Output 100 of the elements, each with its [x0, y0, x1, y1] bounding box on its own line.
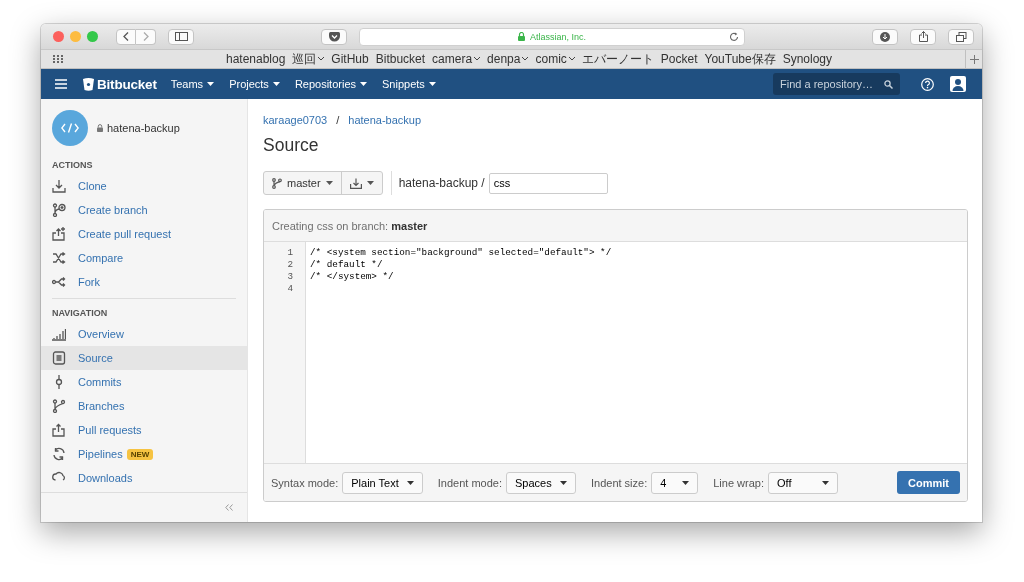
caret-icon — [822, 480, 829, 485]
option-label: Syntax mode: — [271, 476, 339, 489]
sidebar-link[interactable]: Pipelines NEW — [41, 442, 247, 466]
page-title: Source — [263, 135, 320, 156]
sidebar-link[interactable]: Source — [41, 346, 247, 370]
commit-button[interactable]: Commit — [897, 471, 960, 494]
option-dropdown[interactable]: Plain Text — [342, 471, 423, 494]
caret-icon — [360, 82, 367, 86]
upload-plus-icon — [52, 227, 66, 241]
bookmark-link[interactable]: Synology — [782, 50, 833, 68]
download-icon — [52, 179, 66, 193]
option-dropdown[interactable]: Off — [768, 471, 838, 494]
option-label: Indent mode: — [437, 476, 502, 489]
option-label: Line wrap: — [713, 476, 764, 489]
breadcrumb-link[interactable]: karaage0703 — [263, 114, 328, 126]
new-badge: NEW — [126, 448, 154, 460]
branch-plus-icon — [52, 203, 66, 217]
bar-chart-icon — [52, 327, 66, 341]
sidebar-toggle-button[interactable] — [168, 28, 194, 45]
bookmark-link[interactable]: エバーノート — [581, 50, 654, 68]
sidebar-link[interactable]: Downloads — [41, 466, 247, 490]
bucket-logo[interactable] — [83, 77, 94, 91]
bookmark-link[interactable]: comic — [535, 50, 575, 68]
caret-icon — [366, 181, 374, 185]
sidebar-link[interactable]: Pull requests — [41, 418, 247, 442]
upload-icon — [52, 423, 66, 437]
search-field[interactable]: Find a repository… — [773, 73, 900, 95]
sidebar-link[interactable]: Commits — [41, 370, 247, 394]
section-heading: NAVIGATION — [52, 308, 109, 318]
bookmark-link[interactable]: GitHub — [331, 50, 369, 68]
help-icon[interactable] — [921, 77, 934, 91]
apps-grid-icon[interactable] — [53, 55, 63, 63]
line-number: 3 — [286, 271, 293, 283]
line-number: 4 — [286, 283, 293, 295]
tabs-button[interactable] — [948, 28, 974, 45]
bookmark-link[interactable]: hatenablog — [225, 50, 286, 68]
branch-icon — [272, 177, 282, 189]
caret-icon — [682, 480, 690, 485]
avatar-icon[interactable] — [950, 76, 966, 92]
address-text: Atlassian, Inc. — [530, 31, 586, 42]
repository-name: hatena-backup — [107, 122, 180, 134]
code-line: /* </system> */ — [310, 271, 395, 283]
caret-icon — [560, 480, 567, 485]
share-button[interactable] — [910, 28, 936, 45]
nav-menu[interactable]: Repositories — [294, 78, 367, 90]
tabs-icon — [955, 31, 967, 42]
sidebar-link[interactable]: Create branch — [41, 198, 247, 222]
line-number: 1 — [286, 247, 293, 259]
refresh-icon — [52, 447, 66, 461]
nav-menu[interactable]: Snippets — [382, 78, 436, 90]
download-icon — [880, 31, 890, 42]
sidebar-link[interactable]: Compare — [41, 246, 247, 270]
caret-icon — [428, 82, 436, 86]
share-icon — [918, 31, 928, 42]
breadcrumb-link[interactable]: hatena-backup — [348, 114, 422, 126]
shuffle-icon — [52, 251, 66, 265]
new-tab-icon[interactable] — [969, 54, 979, 64]
chevron-right-icon — [142, 32, 149, 41]
nav-menu[interactable]: Projects — [229, 78, 280, 90]
bookmark-link[interactable]: denpa — [487, 50, 529, 68]
download-icon — [349, 177, 362, 189]
sidebar-link[interactable]: Clone — [41, 174, 247, 198]
file-path: hatena-backup / — [398, 176, 485, 190]
sidebar-link[interactable]: Fork — [41, 270, 247, 294]
code-line: /* default */ — [310, 259, 384, 271]
bookmark-link[interactable]: Pocket — [660, 50, 698, 68]
filename-field[interactable]: css — [488, 172, 608, 194]
option-dropdown[interactable]: Spaces — [506, 471, 576, 494]
menu-icon[interactable] — [55, 79, 67, 89]
line-number: 2 — [286, 259, 293, 271]
pocket-icon — [328, 31, 340, 42]
reload-icon[interactable] — [729, 31, 739, 42]
branch-icon — [52, 399, 66, 413]
sidebar-link[interactable]: Create pull request — [41, 222, 247, 246]
sidebar-link[interactable]: Overview — [41, 322, 247, 346]
bookmark-link[interactable]: 巡回 — [292, 50, 325, 68]
nav-menu[interactable]: Teams — [170, 78, 215, 90]
caret-icon — [325, 181, 333, 185]
sidebar-icon — [174, 32, 188, 41]
document-icon — [52, 351, 66, 365]
fork-icon — [52, 275, 66, 289]
bookmark-link[interactable]: YouTube保存 — [704, 50, 776, 68]
option-label: Indent size: — [591, 476, 648, 489]
chevron-left-icon — [123, 32, 129, 41]
sidebar-link[interactable]: Branches — [41, 394, 247, 418]
bookmark-link[interactable]: camera — [432, 50, 481, 68]
editor-status: Creating css on branch: master — [272, 219, 428, 232]
breadcrumb-separator: / — [336, 114, 340, 126]
caret-icon — [406, 480, 414, 485]
code-line: /* <system section="background" selected="default"> */ — [310, 247, 612, 259]
option-dropdown[interactable]: 4 — [651, 471, 699, 494]
logo-wordmark[interactable]: Bitbucket — [97, 76, 157, 92]
section-heading: ACTIONS — [52, 160, 94, 170]
caret-icon — [272, 82, 280, 86]
pocket-button[interactable] — [321, 28, 347, 45]
search-icon — [884, 79, 893, 89]
caret-icon — [207, 82, 215, 86]
back-button[interactable] — [116, 28, 136, 45]
downloads-button[interactable] — [872, 28, 898, 45]
bookmark-link[interactable]: Bitbucket — [375, 50, 426, 68]
